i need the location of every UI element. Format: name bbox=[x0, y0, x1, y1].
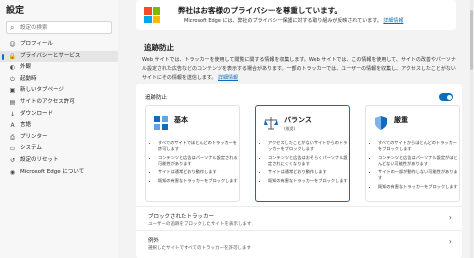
sidebar-item[interactable]: ◉ Microsoft Edge について bbox=[0, 167, 118, 179]
sidebar-item[interactable]: ▣ 新しいタブページ bbox=[0, 85, 118, 97]
tracking-prevention-toggle[interactable] bbox=[439, 93, 453, 101]
appearance-icon: ◐ bbox=[9, 64, 16, 72]
card-bullet: コンテンツと広告はおそらくパーソナル設定されにくくなります bbox=[268, 155, 348, 167]
sidebar-item-label: 外観 bbox=[20, 64, 32, 71]
banner-description: Microsoft Edge には、弊社のプライバシー保護に対する取り組みが反映… bbox=[184, 18, 382, 24]
new-tab-icon: ▣ bbox=[9, 87, 16, 95]
sidebar-item-label: サイトのアクセス許可 bbox=[20, 98, 75, 105]
sidebar-item-label: Microsoft Edge について bbox=[20, 168, 85, 175]
sidebar-item[interactable]: A 言語 bbox=[0, 120, 118, 132]
sidebar-item[interactable]: ⏻ 起動時 bbox=[0, 74, 118, 86]
printer-icon: ⎙ bbox=[10, 133, 15, 141]
sidebar-item[interactable]: ☺ プロフィール bbox=[0, 39, 118, 51]
card-bullet: サイトは通常どおり動作します bbox=[268, 169, 348, 175]
site-permissions-icon: ▤ bbox=[9, 98, 16, 106]
sidebar-item-label: 設定のリセット bbox=[20, 156, 59, 163]
card-title: 基本 bbox=[174, 116, 188, 124]
sidebar-item-label: プライバシーとサービス bbox=[20, 52, 81, 59]
banner-learn-more-link[interactable]: 詳細情報 bbox=[383, 18, 403, 24]
card-bullet: 既知の有害なトラッカーをブロックします bbox=[158, 178, 238, 184]
card-bullet: すべてのサイトでほとんどのトラッカーを許可します bbox=[158, 140, 238, 152]
sidebar-item[interactable]: ▤ サイトのアクセス許可 bbox=[0, 97, 118, 109]
tracking-level-card[interactable]: 基本すべてのサイトでほとんどのトラッカーを許可しますコンテンツと広告はパーソナル… bbox=[145, 105, 240, 202]
sidebar-item-label: システム bbox=[20, 145, 42, 152]
tracking-learn-more-link[interactable]: 詳細情報 bbox=[218, 75, 238, 81]
sidebar-item[interactable]: 🔒 プライバシーとサービス bbox=[0, 50, 118, 63]
card-subtitle: (推奨) bbox=[284, 126, 296, 131]
exceptions-title: 例外 bbox=[148, 238, 160, 244]
strict-shield-icon bbox=[374, 115, 388, 130]
edge-icon: ◉ bbox=[9, 168, 16, 176]
tracking-level-card[interactable]: 厳重すべてのサイトからほとんどのトラッカーをブロックしますコンテンツと広告はパー… bbox=[365, 105, 460, 202]
card-bullet: アクセスしたことがないサイトからのトラッカーをブロックします bbox=[268, 140, 348, 152]
basic-icon bbox=[154, 115, 168, 130]
card-bullet: サイトの一部が動作しない可能性があります bbox=[378, 169, 458, 181]
sidebar-item-label: 言語 bbox=[20, 122, 32, 129]
card-bullet: コンテンツと広告はパーソナル設定される可能性があります bbox=[158, 155, 238, 167]
balance-icon bbox=[264, 115, 278, 130]
lock-icon: 🔒 bbox=[8, 52, 17, 60]
settings-nav: ☺ プロフィール 🔒 プライバシーとサービス ◐ 外観 ⏻ 起動時 ▣ 新しいタブページ ▤ サイトの… bbox=[0, 39, 118, 178]
card-bullet: サイトは通常どおり動作します bbox=[158, 169, 238, 175]
sidebar-item-label: プロフィール bbox=[20, 41, 53, 47]
card-bullets: すべてのサイトからほとんどのトラッカーをブロックしますコンテンツと広告はパーソナ… bbox=[370, 140, 458, 192]
banner-title: 弊社はお客様のプライバシーを尊重しています。 bbox=[178, 6, 342, 15]
exceptions-row[interactable]: 例外 選択したサイトですべてのトラッカーを許可します › bbox=[136, 230, 462, 255]
scrollbar[interactable] bbox=[470, 0, 473, 258]
settings-search-box[interactable]: ⌕ bbox=[6, 21, 112, 34]
system-icon: ▭ bbox=[9, 145, 16, 153]
card-bullet: コンテンツと広告はパーソナル設定がほとんどない可能性があります bbox=[378, 155, 458, 167]
card-bullets: アクセスしたことがないサイトからのトラッカーをブロックしますコンテンツと広告はお… bbox=[260, 140, 348, 186]
sidebar-item[interactable]: ↓ ダウンロード bbox=[0, 109, 118, 121]
sidebar-item[interactable]: ↺ 設定のリセット bbox=[0, 155, 118, 167]
language-icon: A bbox=[10, 122, 15, 130]
card-title: バランス bbox=[284, 116, 312, 124]
sidebar-item[interactable]: ▭ システム bbox=[0, 143, 118, 155]
scrollbar-thumb[interactable] bbox=[470, 10, 473, 70]
privacy-banner: 弊社はお客様のプライバシーを尊重しています。 Microsoft Edge には… bbox=[136, 0, 456, 30]
tracking-description-text: Web サイトでは、トラッカーを使用して閲覧に関する情報を収集します。Web サ… bbox=[142, 57, 456, 81]
exceptions-desc: 選択したサイトですべてのトラッカーを許可します bbox=[148, 246, 252, 251]
microsoft-logo-icon bbox=[144, 7, 160, 23]
card-bullet: すべてのサイトからほとんどのトラッカーをブロックします bbox=[378, 140, 458, 152]
tracking-level-card[interactable]: バランス (推奨) アクセスしたことがないサイトからのトラッカーをブロックしますコン… bbox=[255, 105, 350, 202]
blocked-trackers-title: ブロックされたトラッカー bbox=[148, 214, 215, 220]
settings-title: 設定 bbox=[6, 6, 25, 16]
settings-sidebar: 設定 ⌕ ☺プロフィール🔒プライバシーとサービス◐外観⏻起動時▣新しいタブページ… bbox=[0, 0, 118, 258]
tracking-prevention-heading: 追跡防止 bbox=[144, 43, 174, 52]
power-icon: ⏻ bbox=[10, 75, 15, 83]
search-icon: ⌕ bbox=[10, 23, 15, 32]
sidebar-item-label: 起動時 bbox=[20, 75, 37, 82]
reset-icon: ↺ bbox=[9, 156, 16, 164]
chevron-right-icon: › bbox=[448, 213, 452, 222]
sidebar-item[interactable]: ◐ 外観 bbox=[0, 62, 118, 74]
blocked-trackers-row[interactable]: ブロックされたトラッカー ユーザーの追跡をブロックしたサイトを表示します › bbox=[136, 206, 462, 231]
card-bullet: 既知の有害なトラッカーをブロックします bbox=[268, 178, 348, 184]
sidebar-item-label: 新しいタブページ bbox=[20, 87, 64, 94]
person-icon: ☺ bbox=[9, 41, 16, 48]
download-icon: ↓ bbox=[9, 110, 16, 118]
settings-search-input[interactable] bbox=[20, 23, 108, 33]
banner-text: Microsoft Edge には、弊社のプライバシー保護に対する取り組みが反映… bbox=[184, 17, 403, 24]
card-title: 厳重 bbox=[394, 116, 408, 124]
sidebar-item-label: ダウンロード bbox=[20, 110, 54, 117]
chevron-right-icon: › bbox=[448, 237, 452, 246]
sidebar-item-label: プリンター bbox=[20, 133, 48, 140]
card-bullets: すべてのサイトでほとんどのトラッカーを許可しますコンテンツと広告はパーソナル設定… bbox=[150, 140, 238, 186]
tracking-toggle-label: 追跡防止 bbox=[145, 95, 168, 101]
tracking-prevention-description: Web サイトでは、トラッカーを使用して閲覧に関する情報を収集します。Web サ… bbox=[142, 56, 460, 83]
sidebar-item[interactable]: ⎙ プリンター bbox=[0, 132, 118, 144]
card-bullet: 既知の有害なトラッカーをブロックします bbox=[378, 184, 458, 190]
blocked-trackers-desc: ユーザーの追跡をブロックしたサイトを表示します bbox=[148, 222, 252, 227]
